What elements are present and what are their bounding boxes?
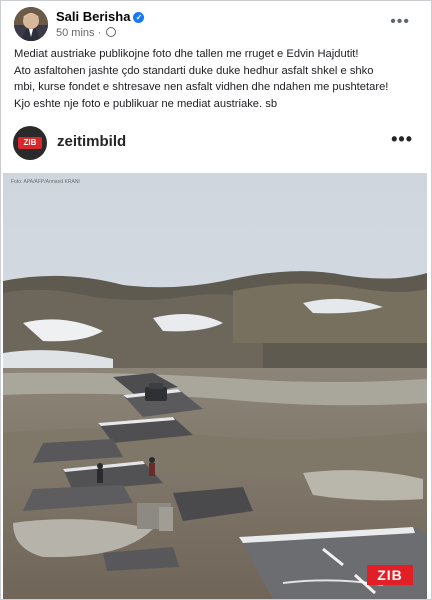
post-menu-button[interactable]: •••	[390, 13, 410, 31]
embedded-photo[interactable]: Foto: APA/AFP/Armand KRANI ZIB	[3, 173, 427, 599]
photo-credit: Foto: APA/AFP/Armand KRANI	[11, 179, 80, 185]
author-name[interactable]: Sali Berisha ✓	[56, 9, 145, 24]
post-header: Sali Berisha ✓ 50 mins · •••	[14, 7, 414, 43]
post-text: Mediat austriake publikojne foto dhe tal…	[14, 46, 419, 112]
post-meta: 50 mins ·	[56, 27, 117, 39]
zib-badge: ZIB	[18, 137, 42, 149]
post-text-line: mbi, kurse fondet e shtresave nen asfalt…	[14, 81, 389, 93]
meta-separator: ·	[97, 27, 102, 39]
post-text-line: Ato asfaltohen jashte çdo standarti duke…	[14, 64, 374, 77]
embed-header: ZIB zeitimbild •••	[3, 115, 427, 173]
embed-menu-button[interactable]: •••	[391, 129, 413, 150]
globe-icon[interactable]	[106, 27, 117, 37]
author-avatar[interactable]	[14, 7, 48, 41]
embedded-instagram-post[interactable]: ZIB zeitimbild ••• Foto: APA/AFP/Armand …	[3, 115, 427, 599]
road-damage-photo	[3, 173, 427, 599]
post-text-line: Kjo eshte nje foto e publikuar ne mediat…	[14, 97, 278, 110]
embed-account-name[interactable]: zeitimbild	[57, 133, 126, 150]
zib-watermark: ZIB	[367, 565, 413, 585]
post-timestamp[interactable]: 50 mins	[56, 27, 95, 39]
embed-account-avatar[interactable]: ZIB	[13, 126, 47, 160]
post-text-line: Mediat austriake publikojne foto dhe tal…	[14, 48, 359, 60]
verified-badge-icon: ✓	[133, 12, 145, 23]
author-name-text[interactable]: Sali Berisha	[56, 9, 130, 24]
